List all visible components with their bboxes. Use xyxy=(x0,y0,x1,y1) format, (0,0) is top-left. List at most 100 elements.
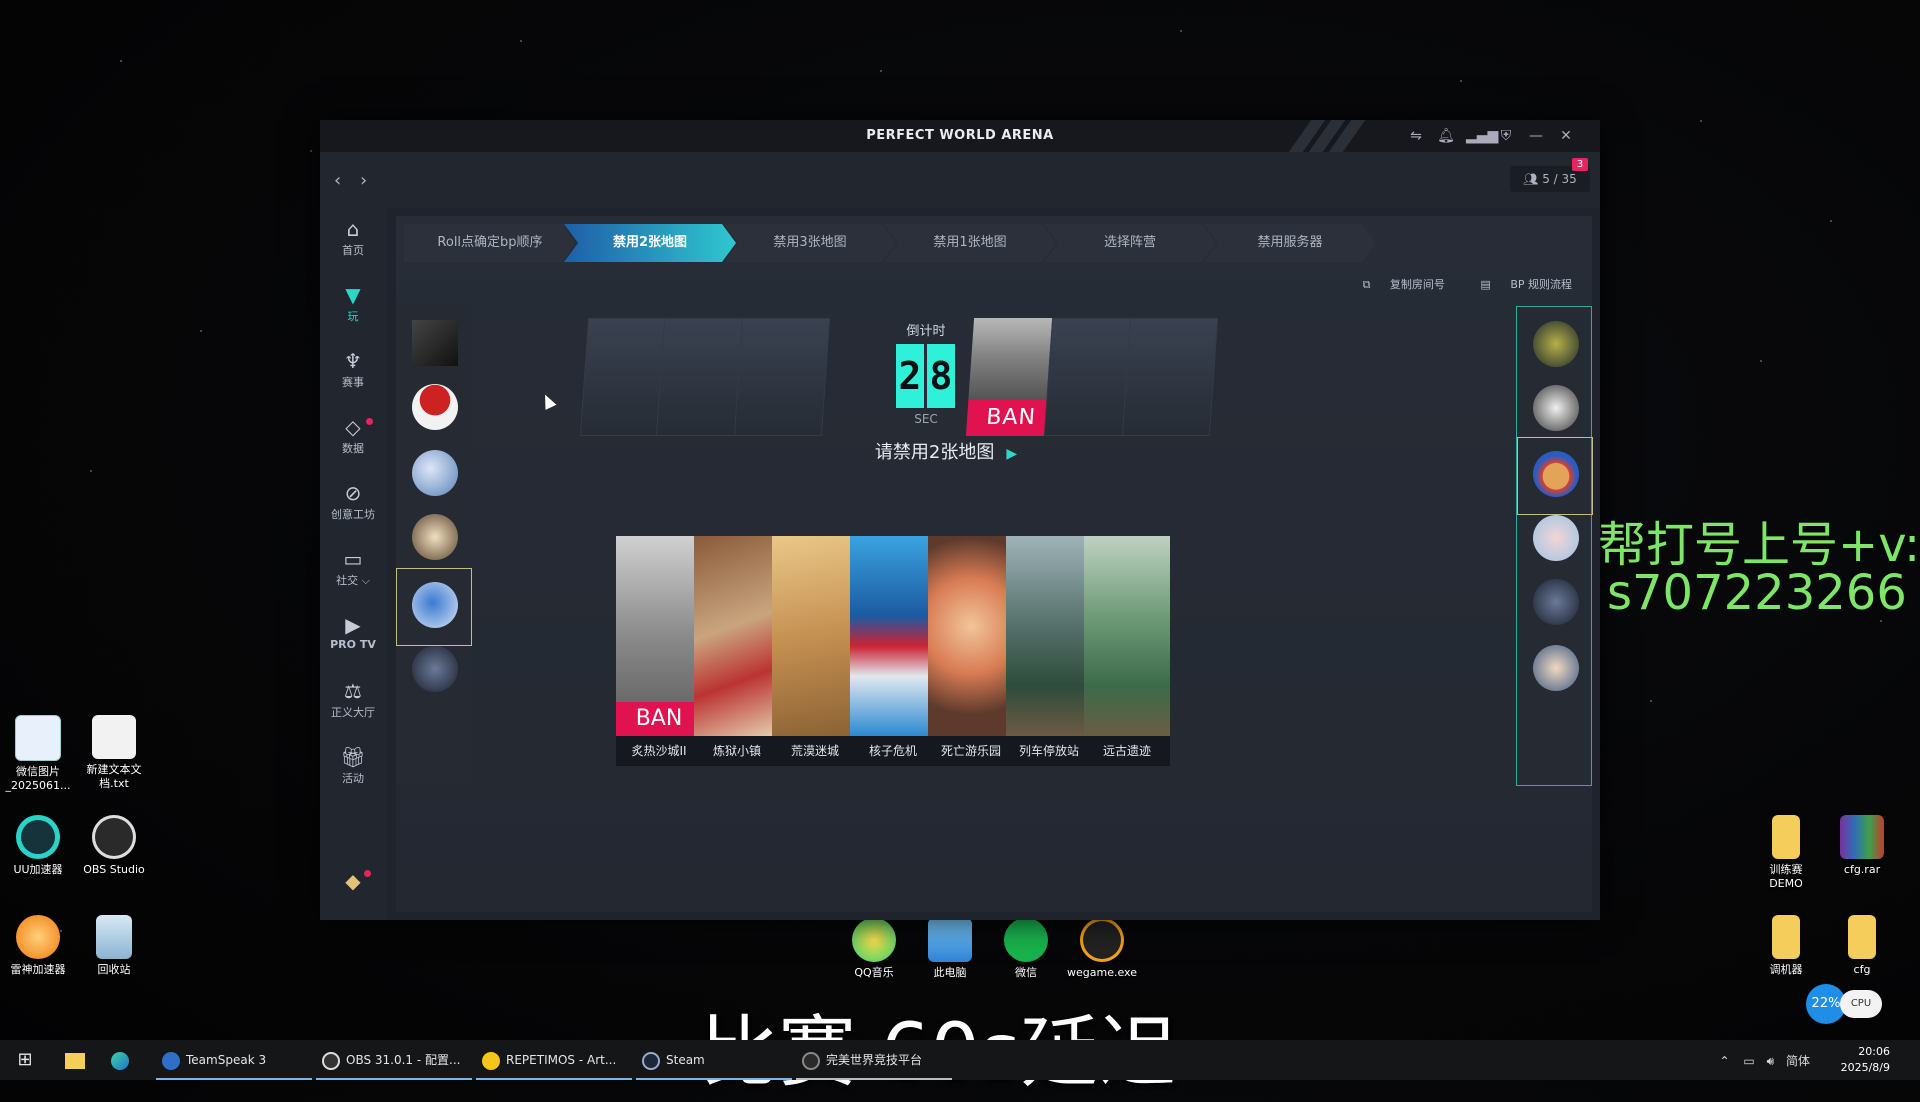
desktop-icon-uu[interactable]: UU加速器 xyxy=(0,815,78,877)
swap-icon[interactable]: ⇋ xyxy=(1406,126,1426,146)
obs-icon xyxy=(322,1051,340,1070)
step-roll[interactable]: Roll点确定bp顺序 xyxy=(404,224,576,262)
map-card[interactable]: 核子危机 xyxy=(850,536,936,772)
bp-rules-button[interactable]: ▤ BP 规则流程 xyxy=(1464,278,1572,291)
cpu-label: CPU xyxy=(1840,990,1882,1018)
folder-icon xyxy=(1848,915,1876,959)
taskbar-repetimos[interactable]: REPETIMOS - Art... xyxy=(476,1040,632,1080)
ban-prompt: 请禁用2张地图 ▶ xyxy=(874,442,1018,463)
rar-archive-icon xyxy=(1840,815,1884,859)
desktop-icon-leishen[interactable]: 雷神加速器 xyxy=(0,915,78,977)
desktop-icon-wechat[interactable]: 微信 xyxy=(986,918,1066,980)
step-ban-3[interactable]: 禁用3张地图 xyxy=(724,224,896,262)
ban-slot xyxy=(1121,318,1219,436)
close-icon[interactable]: ✕ xyxy=(1556,126,1576,146)
avatar[interactable] xyxy=(1533,321,1579,367)
tv-icon: ▶ xyxy=(345,613,361,637)
volume-icon[interactable]: 🔊︎ xyxy=(1767,1054,1775,1068)
desktop-icon-cfg-rar[interactable]: cfg.rar xyxy=(1822,815,1902,877)
diamond-icon: ◆ xyxy=(345,869,361,893)
desktop-icon-wegame[interactable]: wegame.exe xyxy=(1062,918,1142,980)
system-clock[interactable]: 20:06 2025/8/9 xyxy=(1841,1044,1890,1076)
avatar[interactable] xyxy=(412,384,458,430)
signal-icon[interactable]: ▂▄▆ xyxy=(1466,126,1498,146)
team-right xyxy=(1516,306,1593,786)
network-icon[interactable]: ▭ xyxy=(1743,1054,1754,1068)
taskbar-perfect-world[interactable]: 完美世界竞技平台 xyxy=(796,1040,952,1080)
avatar[interactable] xyxy=(1533,515,1579,561)
countdown-unit: SEC xyxy=(914,412,938,426)
chevron-up-icon[interactable]: ⌃ xyxy=(1720,1054,1730,1068)
sidebar-item-justice-hall[interactable]: ⚖ 正义大厅 xyxy=(320,678,386,738)
map-card[interactable]: BAN 炙热沙城II xyxy=(616,536,702,772)
map-name: 荒漠迷城 xyxy=(772,736,858,766)
avatar[interactable] xyxy=(1533,385,1579,431)
map-card[interactable]: 炼狱小镇 xyxy=(694,536,780,772)
shield-icon[interactable]: ⛨ xyxy=(1496,126,1516,146)
desktop-icon-new-text[interactable]: 新建文本文 档.txt xyxy=(74,715,154,791)
desktop-icon-cfg[interactable]: cfg xyxy=(1822,915,1902,977)
avatar[interactable] xyxy=(412,450,458,496)
leishen-accelerator-icon xyxy=(16,915,60,959)
avatar[interactable] xyxy=(412,646,458,692)
sidebar-item-protv[interactable]: ▶ PRO TV xyxy=(320,612,386,672)
image-file-icon xyxy=(15,715,61,761)
map-card[interactable]: 死亡游乐园 xyxy=(928,536,1014,772)
sidebar-item-events2[interactable]: 🎁︎ 活动 xyxy=(320,744,386,804)
sidebar-item-social[interactable]: ▭ 社交 ⌵ xyxy=(320,546,386,606)
copy-room-button[interactable]: ⧉ 复制房间号 xyxy=(1347,278,1445,291)
desktop-icon-recycle-bin[interactable]: 回收站 xyxy=(74,915,154,977)
title-bar[interactable]: PERFECT WORLD ARENA ⇋ 🔔︎ ▂▄▆ ⛨ — ✕ xyxy=(320,120,1600,152)
minimize-icon[interactable]: — xyxy=(1526,126,1546,146)
desktop-icon-tiaojiqi[interactable]: 调机器 xyxy=(1746,915,1826,977)
bell-icon[interactable]: 🔔︎ xyxy=(1436,126,1456,146)
ime-indicator[interactable]: 简体 xyxy=(1786,1054,1810,1068)
desktop-icon-obs[interactable]: OBS Studio xyxy=(74,815,154,877)
taskbar-explorer[interactable] xyxy=(60,1040,90,1080)
sidebar: ⌂ 首页 ▼ 玩 ♆ 赛事 ◇ 数据 ⊘ 创意工坊 ▭ 社交 ⌵ ▶ PRO T… xyxy=(320,208,386,920)
avatar[interactable] xyxy=(1533,645,1579,691)
desktop-icon-wechat-image[interactable]: 微信图片 _2025061... xyxy=(0,715,78,793)
avatar[interactable] xyxy=(412,514,458,560)
sidebar-item-data[interactable]: ◇ 数据 xyxy=(320,414,386,474)
arrow-right-icon: ▶ xyxy=(1006,446,1018,462)
system-tray: ⌃ ▭ 🔊︎ 简体 xyxy=(1720,1052,1810,1069)
map-card[interactable]: 列车停放站 xyxy=(1006,536,1092,772)
back-arrow-icon[interactable]: ‹ xyxy=(334,170,341,191)
sidebar-item-gem[interactable]: ◆ xyxy=(320,868,386,928)
start-button[interactable]: ⊞ xyxy=(10,1040,40,1080)
sidebar-item-home[interactable]: ⌂ 首页 xyxy=(320,216,386,276)
taskbar-edge[interactable] xyxy=(108,1040,138,1080)
map-card[interactable]: 远古遗迹 xyxy=(1084,536,1170,772)
taskbar-steam[interactable]: Steam xyxy=(636,1040,792,1080)
forward-arrow-icon[interactable]: › xyxy=(360,170,367,191)
sidebar-item-play[interactable]: ▼ 玩 xyxy=(320,282,386,342)
avatar[interactable] xyxy=(1533,451,1579,497)
sidebar-item-workshop[interactable]: ⊘ 创意工坊 xyxy=(320,480,386,540)
step-pick-side[interactable]: 选择阵营 xyxy=(1044,224,1216,262)
nav-bar: ‹ › 👥︎ 5 / 35 3 xyxy=(320,152,1600,208)
team-left xyxy=(396,306,472,786)
obs-icon xyxy=(92,815,136,859)
avatar[interactable] xyxy=(412,582,458,628)
countdown-label: 倒计时 xyxy=(906,324,946,339)
sidebar-item-events[interactable]: ♆ 赛事 xyxy=(320,348,386,408)
windows-icon: ⊞ xyxy=(17,1049,33,1070)
taskbar: ⊞ TeamSpeak 3 OBS 31.0.1 - 配置... REPETIM… xyxy=(0,1040,1920,1080)
avatar[interactable] xyxy=(412,320,458,366)
step-ban-server[interactable]: 禁用服务器 xyxy=(1204,224,1376,262)
rules-icon: ▤ xyxy=(1480,278,1495,291)
step-ban-1[interactable]: 禁用1张地图 xyxy=(884,224,1056,262)
desktop-icon-qqmusic[interactable]: QQ音乐 xyxy=(834,918,914,980)
desktop-icon-training-demo[interactable]: 训练赛 DEMO xyxy=(1746,815,1826,891)
map-card[interactable]: 荒漠迷城 xyxy=(772,536,858,772)
desktop-icon-this-pc[interactable]: 此电脑 xyxy=(910,918,990,980)
taskbar-teamspeak[interactable]: TeamSpeak 3 xyxy=(156,1040,312,1080)
copy-icon: ⧉ xyxy=(1362,278,1374,291)
taskbar-obs[interactable]: OBS 31.0.1 - 配置... xyxy=(316,1040,472,1080)
step-ban-2[interactable]: 禁用2张地图 xyxy=(564,224,736,262)
text-file-icon xyxy=(92,715,136,759)
cpu-widget[interactable]: 22% CPU xyxy=(1806,982,1892,1026)
avatar[interactable] xyxy=(1533,579,1579,625)
folder-icon xyxy=(65,1052,85,1069)
